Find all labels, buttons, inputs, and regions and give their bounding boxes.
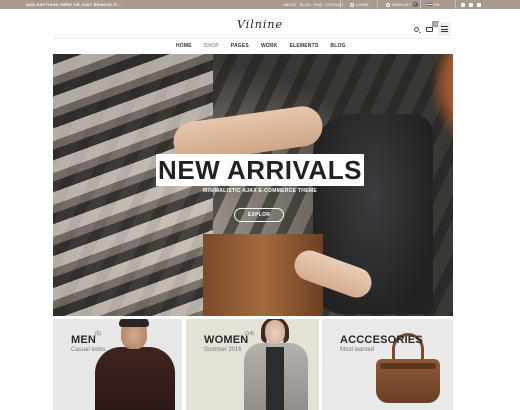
language-label: EN bbox=[434, 2, 440, 7]
wishlist-link[interactable]: WISHLIST 0 bbox=[386, 0, 418, 9]
category-title: WOMEN bbox=[204, 334, 249, 346]
top-divider bbox=[420, 0, 421, 9]
category-title: MEN bbox=[71, 334, 97, 346]
search-icon[interactable] bbox=[414, 27, 419, 32]
site-logo[interactable]: Vilnine bbox=[230, 18, 290, 31]
login-label: LOGIN bbox=[356, 2, 369, 7]
hamburger-line bbox=[441, 28, 448, 30]
utility-links: ABOUT BLOG FAQ CONTACT bbox=[283, 0, 344, 9]
women-photo-head bbox=[265, 320, 285, 344]
men-photo-body bbox=[95, 347, 175, 410]
hamburger-line bbox=[441, 31, 448, 32]
top-divider bbox=[377, 0, 378, 9]
twitter-icon[interactable] bbox=[477, 2, 481, 7]
heart-icon bbox=[386, 2, 390, 7]
category-tile-men[interactable]: MEN (6) Casual looks bbox=[53, 319, 182, 410]
link-faq[interactable]: FAQ bbox=[314, 0, 322, 9]
hero-tagline: MINIMALISTIC AJAX E-COMMERCE THEME bbox=[203, 188, 317, 194]
top-divider bbox=[340, 0, 341, 9]
login-link[interactable]: LOGIN bbox=[350, 0, 368, 9]
promo-text: ADD ANYTHING HERE OR JUST REMOVE IT... bbox=[26, 2, 121, 7]
nav-shop[interactable]: SHOP bbox=[198, 42, 225, 50]
hero-headline: NEW ARRIVALS bbox=[156, 154, 364, 186]
category-tile-accessories[interactable]: ACCCESORIES Most wanted bbox=[322, 319, 453, 410]
hamburger-icon bbox=[441, 26, 448, 27]
hero-slider[interactable]: 03 NEW ARRIVALS MINIMALISTIC AJAX E-COMM… bbox=[53, 54, 453, 316]
category-subtitle: Most wanted bbox=[340, 347, 375, 353]
language-selector[interactable]: EN bbox=[427, 0, 440, 9]
main-nav: HOME SHOP PAGES WORK ELEMENTS BLOG bbox=[170, 42, 352, 50]
social-links bbox=[461, 0, 481, 7]
category-count: (14) bbox=[245, 331, 254, 337]
men-photo-hair bbox=[119, 319, 149, 327]
header-divider bbox=[53, 38, 453, 39]
cart-button[interactable]: 0 bbox=[425, 21, 439, 34]
menu-toggle-button[interactable] bbox=[438, 22, 451, 36]
wishlist-label: WISHLIST bbox=[392, 2, 411, 7]
cart-icon bbox=[426, 27, 433, 32]
category-subtitle: Casual looks bbox=[71, 347, 106, 353]
top-bar: ADD ANYTHING HERE OR JUST REMOVE IT... A… bbox=[0, 0, 520, 9]
bag-photo-flap bbox=[380, 363, 436, 369]
women-photo-top bbox=[266, 347, 284, 410]
top-divider bbox=[455, 0, 456, 9]
facebook-icon[interactable] bbox=[469, 2, 473, 7]
instagram-icon[interactable] bbox=[461, 2, 465, 7]
link-blog[interactable]: BLOG bbox=[300, 0, 311, 9]
user-icon bbox=[350, 2, 354, 7]
category-count: (6) bbox=[95, 331, 102, 337]
wishlist-count: 0 bbox=[412, 2, 418, 7]
link-contact[interactable]: CONTACT bbox=[325, 0, 344, 9]
nav-work[interactable]: WORK bbox=[255, 42, 284, 50]
explore-button[interactable]: EXPLOR bbox=[234, 208, 284, 222]
nav-home[interactable]: HOME bbox=[170, 42, 198, 50]
nav-blog[interactable]: BLOG bbox=[324, 42, 351, 50]
nav-elements[interactable]: ELEMENTS bbox=[284, 42, 325, 50]
nav-pages[interactable]: PAGES bbox=[225, 42, 255, 50]
category-subtitle: Summer 2016 bbox=[204, 347, 242, 353]
flag-icon bbox=[427, 3, 432, 6]
category-tile-women[interactable]: WOMEN (14) Summer 2016 bbox=[186, 319, 319, 410]
category-title: ACCCESORIES bbox=[340, 334, 423, 346]
link-about[interactable]: ABOUT bbox=[283, 0, 297, 9]
